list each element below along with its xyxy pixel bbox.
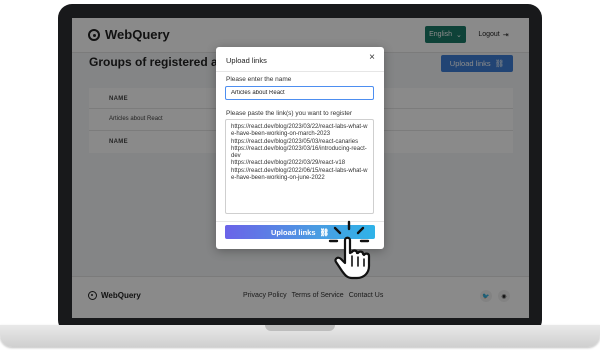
upload-links-modal: Upload links × Please enter the name Ple…: [216, 47, 384, 249]
name-input[interactable]: [225, 86, 374, 100]
laptop-notch: [265, 325, 335, 331]
close-icon[interactable]: ×: [369, 53, 375, 63]
modal-title: Upload links: [226, 56, 267, 65]
modal-divider: [216, 71, 384, 72]
modal-upload-label: Upload links: [270, 227, 316, 237]
links-label: Please paste the link(s) you want to reg…: [226, 110, 353, 117]
hand-cursor-icon: [328, 220, 371, 280]
name-label: Please enter the name: [226, 76, 292, 83]
links-textarea[interactable]: https://react.dev/blog/2023/03/22/react-…: [225, 119, 374, 214]
